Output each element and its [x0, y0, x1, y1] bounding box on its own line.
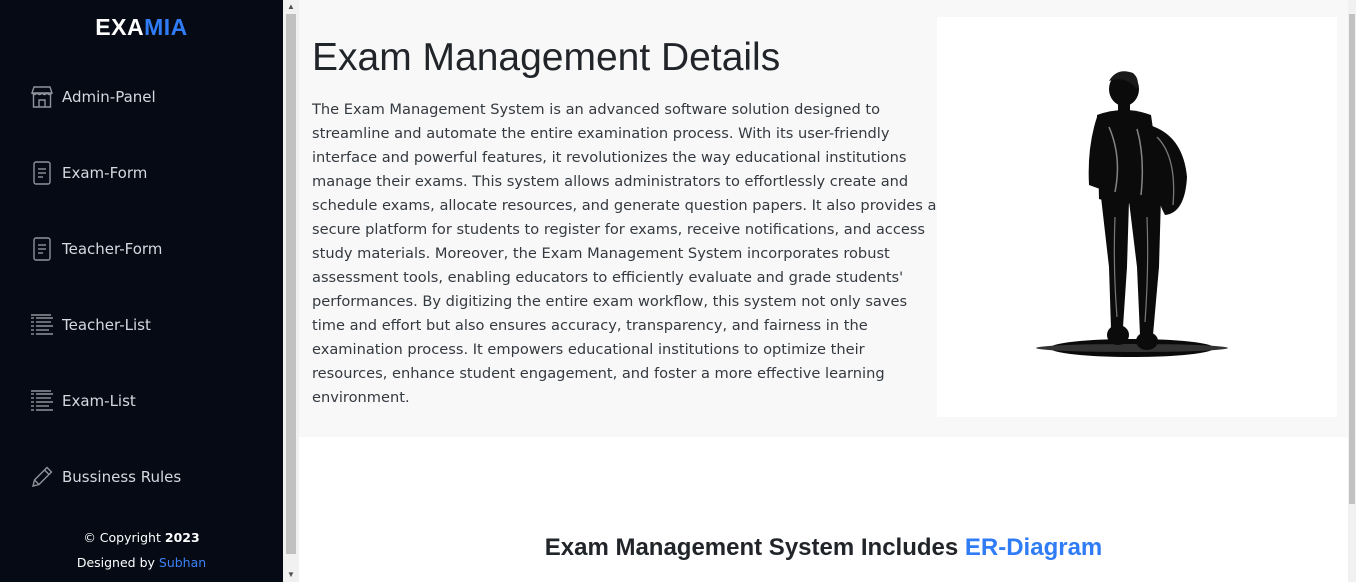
brand-logo[interactable]: EXAMIA [0, 14, 283, 41]
scroll-up-arrow-icon[interactable]: ▲ [283, 0, 299, 14]
sidebar-item-exam-list[interactable]: Exam-List [28, 386, 136, 416]
brand-part-1: EXA [95, 14, 145, 40]
sidebar-item-label: Teacher-List [62, 316, 151, 334]
scroll-down-arrow-icon[interactable]: ▼ [283, 568, 299, 582]
sidebar-item-admin-panel[interactable]: Admin-Panel [28, 82, 156, 112]
scrollbar-thumb[interactable] [286, 14, 296, 554]
main-scrollbar[interactable]: ▲ ▼ [283, 0, 299, 582]
er-diagram-heading: Exam Management System Includes ER-Diagr… [299, 534, 1348, 562]
er-heading-prefix: Exam Management System Includes [544, 534, 959, 561]
store-icon [28, 83, 56, 111]
copyright-line: © Copyright 2023 [0, 530, 283, 545]
sidebar-item-label: Exam-List [62, 392, 136, 410]
list-icon [28, 387, 56, 415]
document-icon [28, 159, 56, 187]
page-title: Exam Management Details [312, 36, 781, 79]
copyright-year: 2023 [164, 530, 200, 545]
sidebar-item-label: Admin-Panel [62, 88, 156, 106]
er-diagram-section: Exam Management System Includes ER-Diagr… [299, 437, 1348, 582]
copyright-prefix: © Copyright [83, 530, 161, 545]
sidebar-item-label: Teacher-Form [62, 240, 163, 258]
document-icon [28, 235, 56, 263]
description-text: The Exam Management System is an advance… [312, 101, 937, 406]
designed-by-line: Designed by Subhan [0, 555, 283, 570]
sidebar-item-teacher-list[interactable]: Teacher-List [28, 310, 151, 340]
hero-section: Exam Management Details The Exam Managem… [299, 0, 1348, 437]
list-icon [28, 311, 56, 339]
designer-link[interactable]: Subhan [159, 555, 206, 570]
window-scrollbar-thumb[interactable] [1349, 14, 1355, 504]
walking-student-icon [1036, 71, 1228, 357]
sidebar-item-label: Exam-Form [62, 164, 148, 182]
sidebar-item-business-rules[interactable]: Bussiness Rules [28, 462, 181, 492]
pencil-icon [28, 463, 56, 491]
brand-part-2: MIA [144, 14, 188, 40]
sidebar-item-label: Bussiness Rules [62, 468, 182, 486]
er-heading-accent: ER-Diagram [964, 534, 1103, 561]
sidebar-item-teacher-form[interactable]: Teacher-Form [28, 234, 162, 264]
student-illustration [937, 17, 1337, 417]
window-scrollbar[interactable] [1348, 0, 1356, 582]
sidebar-item-exam-form[interactable]: Exam-Form [28, 158, 147, 188]
sidebar: EXAMIA Admin-Panel Exam-Form Teacher-For… [0, 0, 283, 582]
designed-by-prefix: Designed by [76, 555, 155, 570]
